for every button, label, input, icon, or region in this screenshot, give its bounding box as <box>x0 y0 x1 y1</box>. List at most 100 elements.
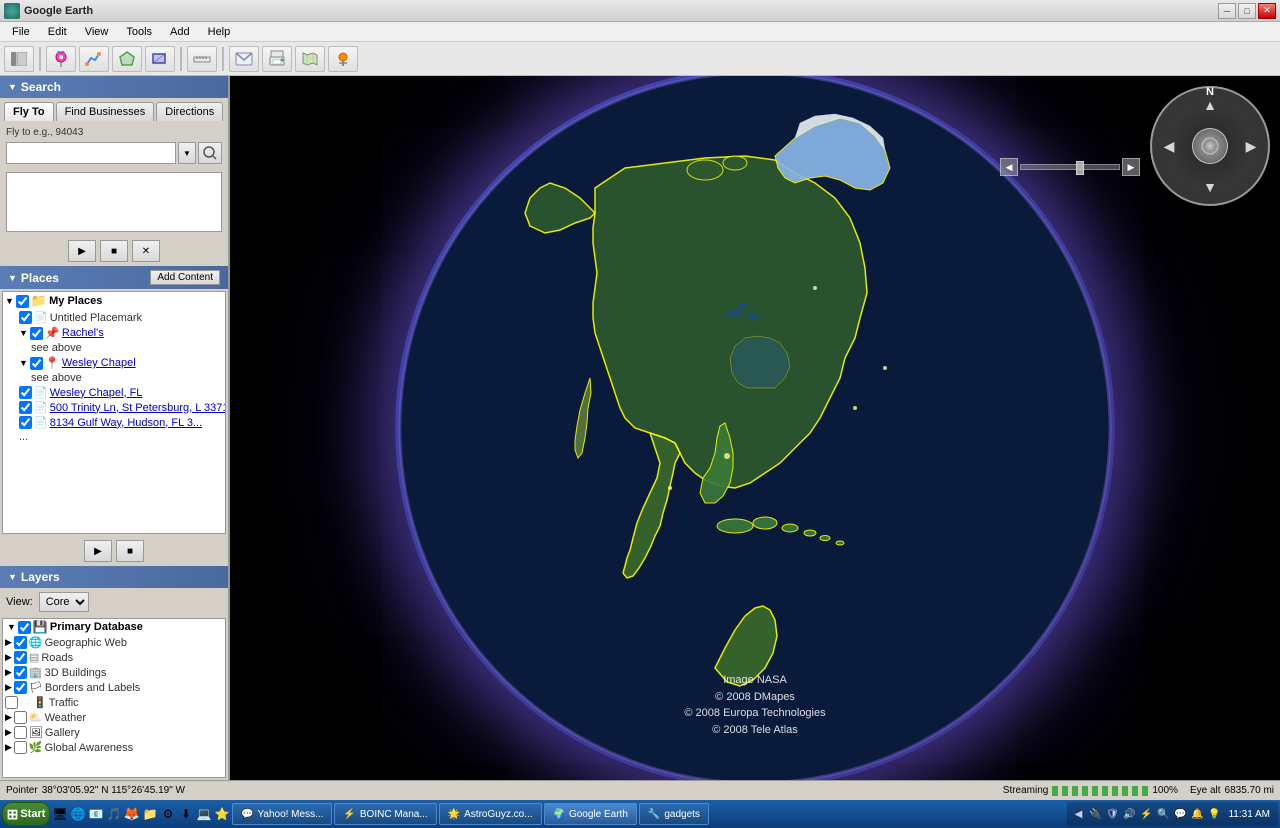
expand-primary[interactable]: ▼ <box>7 622 16 632</box>
quick-show-desktop[interactable]: 🖥 <box>52 806 68 822</box>
tray-security[interactable]: 🛡 <box>1105 807 1119 821</box>
nav-left-button[interactable]: ◀ <box>1157 134 1181 158</box>
expand-rachels[interactable]: ▼ <box>19 328 28 338</box>
expand-icon[interactable]: ▼ <box>5 296 14 306</box>
toolbar-polygon[interactable] <box>112 46 142 72</box>
places-stop-button[interactable]: ■ <box>116 540 144 562</box>
taskbar-gadgets[interactable]: 🔧 gadgets <box>639 803 709 825</box>
wesley-chapel-link[interactable]: Wesley Chapel <box>62 357 136 369</box>
toolbar-email[interactable] <box>229 46 259 72</box>
primary-db-checkbox[interactable] <box>18 621 31 634</box>
toolbar-toggle-sidebar[interactable] <box>4 46 34 72</box>
search-go-button[interactable] <box>198 142 222 164</box>
expand-wesley[interactable]: ▼ <box>19 358 28 368</box>
global-awareness-checkbox[interactable] <box>14 741 27 754</box>
search-input[interactable] <box>6 142 176 164</box>
toolbar-overlay[interactable] <box>145 46 175 72</box>
borders-checkbox[interactable] <box>14 681 27 694</box>
my-places-checkbox[interactable] <box>16 295 29 308</box>
search-dropdown-button[interactable]: ▼ <box>178 142 196 164</box>
nav-up-button[interactable]: ▲ <box>1198 93 1222 117</box>
nav-down-button[interactable]: ▼ <box>1198 175 1222 199</box>
tray-misc1[interactable]: 🔔 <box>1190 807 1204 821</box>
tray-antivirus[interactable]: 🔍 <box>1156 807 1170 821</box>
wesley-chapel-checkbox[interactable] <box>30 357 43 370</box>
quick-star[interactable]: ⭐ <box>214 806 230 822</box>
geographic-web-checkbox[interactable] <box>14 636 27 649</box>
gulf-way-link[interactable]: 8134 Gulf Way, Hudson, FL 3... <box>50 417 202 429</box>
tray-network[interactable]: 🔌 <box>1088 807 1102 821</box>
map-area[interactable]: Image NASA © 2008 DMapes © 2008 Europa T… <box>230 76 1280 780</box>
toolbar-map[interactable] <box>295 46 325 72</box>
gulf-way-checkbox[interactable] <box>19 416 32 429</box>
trinity-link[interactable]: 500 Trinity Ln, St Petersburg, L 33716 <box>50 402 225 414</box>
quick-firefox[interactable]: 🦊 <box>124 806 140 822</box>
tray-misc2[interactable]: 💡 <box>1207 807 1221 821</box>
taskbar-boinc[interactable]: ⚡ BOINC Mana... <box>334 803 436 825</box>
maximize-button[interactable]: □ <box>1238 3 1256 19</box>
add-content-button[interactable]: Add Content <box>150 270 220 285</box>
menu-view[interactable]: View <box>77 25 117 39</box>
quick-apps[interactable]: 💻 <box>196 806 212 822</box>
toolbar-print[interactable] <box>262 46 292 72</box>
quick-chrome[interactable]: ⚙ <box>160 806 176 822</box>
traffic-checkbox[interactable] <box>5 696 18 709</box>
expand-geo[interactable]: ▶ <box>5 637 12 648</box>
quick-download[interactable]: ⬇ <box>178 806 194 822</box>
tray-messenger[interactable]: 💬 <box>1173 807 1187 821</box>
toolbar-path[interactable] <box>79 46 109 72</box>
expand-weather[interactable]: ▶ <box>5 712 12 723</box>
taskbar-astroguyz[interactable]: 🌟 AstroGuyz.co... <box>439 803 542 825</box>
minimize-button[interactable]: ─ <box>1218 3 1236 19</box>
layers-header[interactable]: ▼ Layers <box>0 566 228 588</box>
quick-email[interactable]: 📧 <box>88 806 104 822</box>
untitled-placemark-checkbox[interactable] <box>19 311 32 324</box>
tab-find-businesses[interactable]: Find Businesses <box>56 102 155 121</box>
rachels-link[interactable]: Rachel's <box>62 327 104 339</box>
trinity-checkbox[interactable] <box>19 401 32 414</box>
tilt-decrease-button[interactable]: ◀ <box>1000 158 1018 176</box>
tilt-bar[interactable] <box>1020 164 1120 170</box>
wesley-chapel-fl-link[interactable]: Wesley Chapel, FL <box>50 387 143 399</box>
taskbar-yahoo-messenger[interactable]: 💬 Yahoo! Mess... <box>232 803 332 825</box>
tray-boinc-tray[interactable]: ⚡ <box>1139 807 1153 821</box>
weather-checkbox[interactable] <box>14 711 27 724</box>
menu-tools[interactable]: Tools <box>118 25 160 39</box>
expand-3d[interactable]: ▶ <box>5 667 12 678</box>
close-button[interactable]: ✕ <box>1258 3 1276 19</box>
menu-file[interactable]: File <box>4 25 38 39</box>
quick-ie[interactable]: 🌐 <box>70 806 86 822</box>
gallery-checkbox[interactable] <box>14 726 27 739</box>
menu-help[interactable]: Help <box>200 25 239 39</box>
roads-checkbox[interactable] <box>14 651 27 664</box>
tilt-thumb[interactable] <box>1076 161 1084 175</box>
toolbar-ruler[interactable] <box>187 46 217 72</box>
nav-right-button[interactable]: ▶ <box>1239 134 1263 158</box>
tilt-increase-button[interactable]: ▶ <box>1122 158 1140 176</box>
places-play-button[interactable]: ▶ <box>84 540 112 562</box>
expand-gallery[interactable]: ▶ <box>5 727 12 738</box>
start-button[interactable]: ⊞ Start <box>2 802 50 826</box>
search-stop-button[interactable]: ■ <box>100 240 128 262</box>
search-close-button[interactable]: ✕ <box>132 240 160 262</box>
expand-global[interactable]: ▶ <box>5 742 12 753</box>
tray-volume[interactable]: 🔊 <box>1122 807 1136 821</box>
tab-fly-to[interactable]: Fly To <box>4 102 54 121</box>
rachels-checkbox[interactable] <box>30 327 43 340</box>
expand-borders[interactable]: ▶ <box>5 682 12 693</box>
expand-roads[interactable]: ▶ <box>5 652 12 663</box>
wesley-chapel-fl-checkbox[interactable] <box>19 386 32 399</box>
toolbar-street-view[interactable] <box>328 46 358 72</box>
taskbar-google-earth[interactable]: 🌍 Google Earth <box>544 803 637 825</box>
quick-folder[interactable]: 📁 <box>142 806 158 822</box>
3d-buildings-checkbox[interactable] <box>14 666 27 679</box>
tray-arrow[interactable]: ◀ <box>1071 807 1085 821</box>
menu-add[interactable]: Add <box>162 25 198 39</box>
menu-edit[interactable]: Edit <box>40 25 75 39</box>
search-play-button[interactable]: ▶ <box>68 240 96 262</box>
toolbar-placemark[interactable] <box>46 46 76 72</box>
layers-view-select[interactable]: Core <box>39 592 89 612</box>
tab-directions[interactable]: Directions <box>156 102 223 121</box>
quick-media[interactable]: 🎵 <box>106 806 122 822</box>
nav-center-button[interactable] <box>1192 128 1228 164</box>
